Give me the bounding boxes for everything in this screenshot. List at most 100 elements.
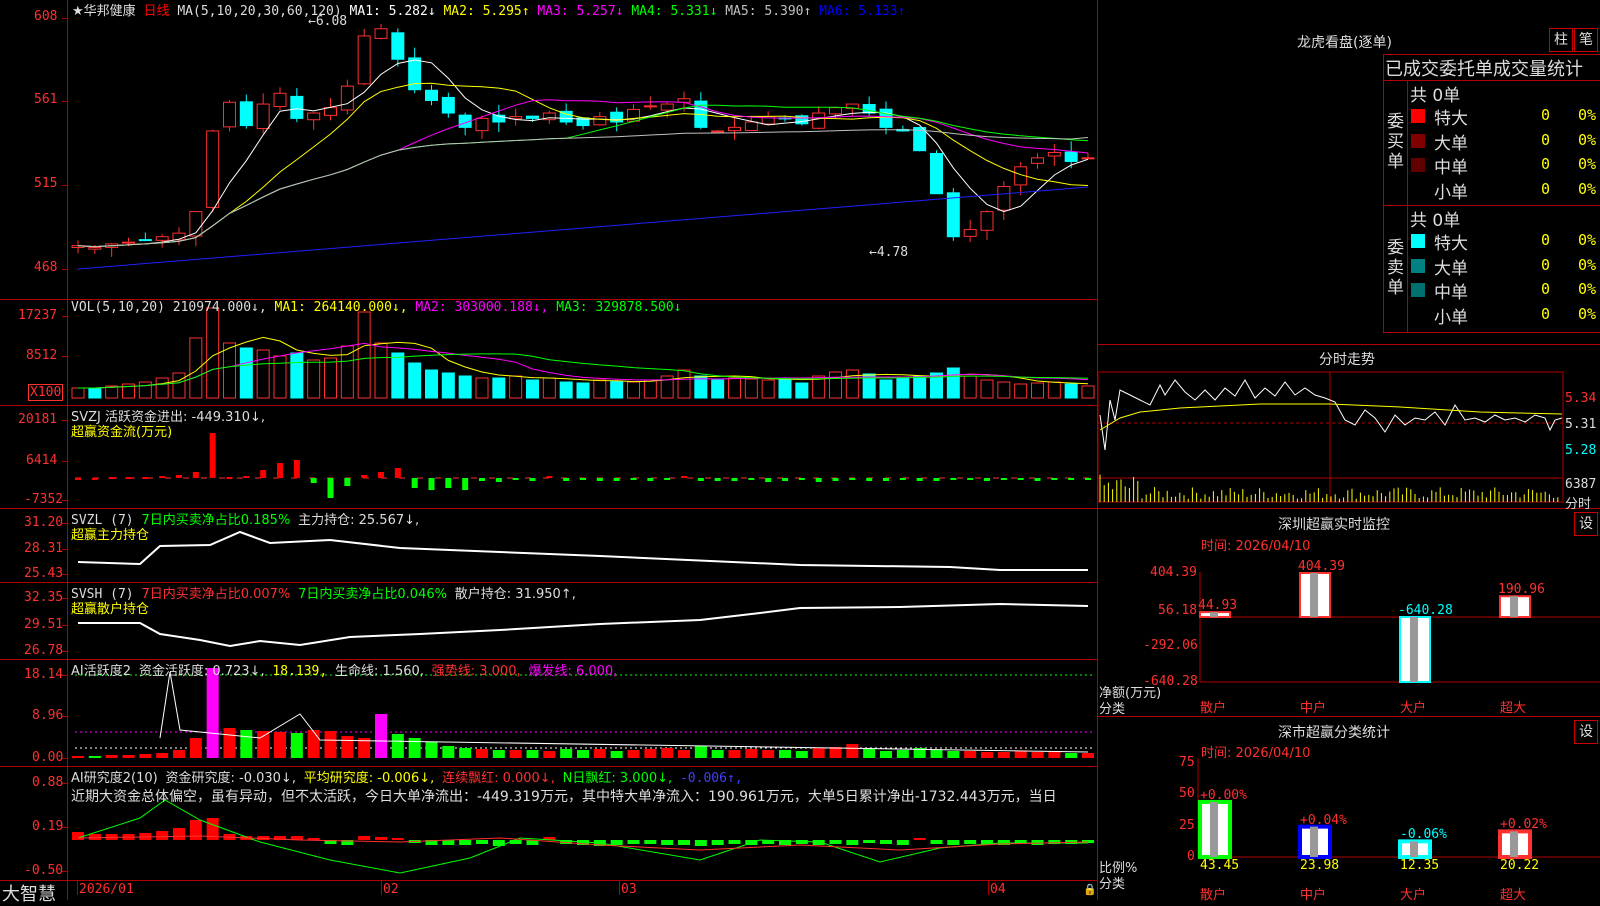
volume-bar	[744, 378, 758, 399]
activity-bar	[526, 750, 539, 758]
fund-flow-bar	[1051, 478, 1058, 480]
date-label: 02	[383, 882, 399, 897]
monitor-value-label: -640.28	[1398, 603, 1453, 618]
research-bar	[846, 840, 859, 845]
retail-holding-line	[78, 602, 1089, 648]
retail-holding-line	[78, 602, 1089, 648]
kline-chart-area[interactable]	[0, 0, 1600, 900]
activity-bar	[1082, 753, 1094, 758]
fund-flow-bar	[327, 478, 334, 498]
price-axis-label: 608	[34, 9, 58, 24]
volume-bar	[946, 367, 960, 399]
candle-body	[441, 96, 455, 114]
bar-view-button[interactable]: 柱	[1549, 28, 1573, 52]
candle-body	[1047, 151, 1061, 157]
order-count: 0	[1541, 304, 1551, 323]
volume-bar	[256, 349, 270, 399]
order-count: 0	[1541, 106, 1551, 124]
candle-body	[930, 152, 943, 195]
research-bar	[476, 840, 488, 844]
candle-body	[256, 103, 270, 130]
candle-body	[526, 115, 539, 119]
activity-bar	[947, 751, 960, 758]
classify-axis-label: 25	[1179, 818, 1195, 833]
order-percent: 0%	[1578, 255, 1597, 274]
volume-bar	[627, 381, 640, 399]
candle-body	[812, 112, 826, 129]
activity-bar	[88, 756, 101, 758]
fund-flow-bar	[445, 478, 452, 488]
volume-bar	[509, 375, 523, 399]
svzl-axis-label: 25.43	[24, 566, 64, 581]
date-label: 04	[990, 882, 1006, 897]
research-bar	[72, 832, 84, 840]
activity-bar	[274, 732, 286, 758]
activity-bar	[863, 749, 876, 758]
legend-swatch	[1411, 258, 1425, 273]
order-percent: 0%	[1578, 304, 1597, 323]
legend-swatch	[1411, 307, 1425, 322]
activity-bar	[341, 736, 354, 758]
classify-bar-shade	[1310, 826, 1318, 857]
volume-bar	[829, 371, 842, 399]
classify-settings-button[interactable]: 设	[1574, 720, 1598, 744]
monitor-value-label: 190.96	[1498, 582, 1545, 598]
price-axis-label: 561	[34, 92, 58, 107]
classify-value-label: 23.98	[1300, 858, 1340, 873]
activity-bar	[122, 755, 135, 758]
research-bar	[644, 840, 657, 844]
fund-flow-bar	[1068, 478, 1075, 480]
vol-unit-label[interactable]: X100	[28, 384, 64, 401]
legend-swatch	[1411, 109, 1425, 123]
candle-body	[340, 85, 354, 111]
monitor-axis-label: -292.06	[1143, 638, 1198, 653]
ma-value-6: MA6: 5.133↑	[819, 4, 906, 19]
star-icon[interactable]: ★	[72, 4, 84, 19]
fund-flow-bar	[1034, 478, 1041, 481]
activity-bar	[745, 749, 758, 758]
activity-bar	[1014, 751, 1027, 758]
classify-value-label: 12.35	[1400, 858, 1440, 873]
volume-bar	[997, 381, 1011, 399]
activity-bar	[324, 731, 337, 758]
volume-bar	[138, 381, 152, 399]
volume-bar	[1064, 383, 1078, 399]
intraday-chart	[1097, 371, 1564, 503]
svzj-axis-label: 20181	[18, 412, 58, 427]
period-label[interactable]: 日线	[144, 4, 170, 19]
fund-flow-bar	[125, 477, 132, 479]
tick-view-button[interactable]: 笔	[1574, 28, 1598, 52]
lock-icon[interactable]: 🔒	[1083, 883, 1097, 896]
fund-flow-bar	[899, 478, 906, 480]
monitor-settings-button[interactable]: 设	[1574, 512, 1598, 536]
order-count: 0	[1541, 280, 1551, 298]
activity-bar	[459, 748, 472, 758]
order-percent: 0%	[1578, 130, 1597, 149]
classify-category-label: 中户	[1300, 888, 1327, 903]
volume-bar	[761, 379, 775, 399]
activity-bar	[880, 751, 892, 758]
activity-bar	[930, 750, 943, 758]
fund-flow-bar	[798, 478, 805, 480]
ma-value-2: MA2: 5.295↑	[443, 4, 538, 19]
monitor-category-label: 散户	[1200, 701, 1227, 716]
volume-bar	[71, 387, 85, 399]
main-holding-line	[77, 530, 1088, 571]
research-bar	[896, 840, 909, 845]
research-bars	[72, 799, 1094, 874]
fund-flow-bar	[293, 460, 300, 478]
research-bar	[711, 840, 724, 845]
order-size-label: 特大	[1434, 109, 1468, 129]
research-bar	[442, 840, 455, 845]
legend-swatch	[1411, 283, 1425, 297]
candle-body	[122, 241, 135, 244]
research-bar	[947, 840, 960, 845]
fund-flow-bar	[815, 478, 822, 482]
order-percent: 0%	[1578, 231, 1597, 249]
app-logo[interactable]: 大智慧	[2, 880, 56, 906]
ai-research-summary: 近期大资金总体偏空，虽有异动，但不太活跃，今日大单净流出：-449.319万元，…	[71, 789, 1057, 805]
activity-bar	[997, 752, 1010, 758]
fund-flow-bar	[782, 478, 788, 481]
classify-value-label: 20.22	[1500, 858, 1540, 873]
activity-bar	[964, 751, 977, 758]
